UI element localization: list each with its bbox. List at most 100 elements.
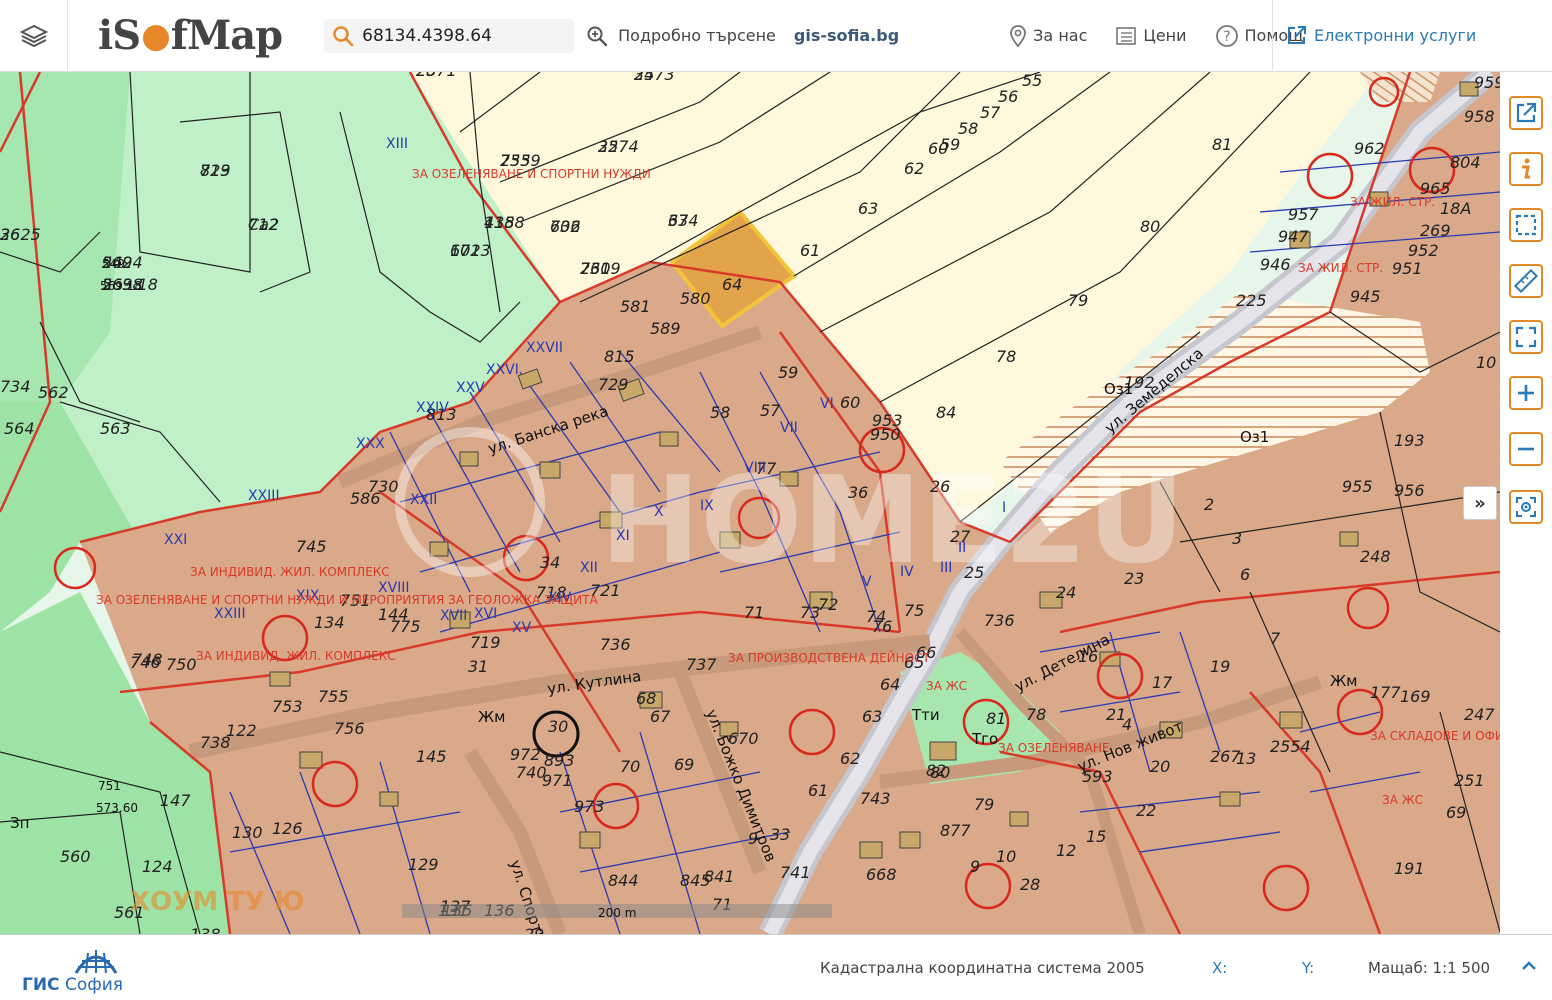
zone-purpose-label: ЗА ЖС (926, 679, 967, 693)
parcel-number: 79 (1068, 291, 1088, 310)
parcel-number: 269 (1420, 221, 1451, 240)
chevron-up-icon[interactable] (1518, 955, 1540, 977)
external-link-icon (1288, 26, 1306, 44)
watermark: HOME2U (600, 452, 1185, 591)
block-number: XIII (386, 136, 408, 152)
price-list-icon (1116, 26, 1137, 45)
app-logo[interactable]: i S ● fMap (98, 12, 283, 59)
parcel-number: 19 (1210, 657, 1230, 676)
parcel-number: 734 (0, 377, 31, 396)
parcel-number: 958 (1464, 107, 1495, 126)
info-button[interactable] (1509, 152, 1543, 186)
svg-text:?: ? (1223, 29, 1230, 45)
parcel-number: 973 (574, 797, 605, 816)
parcel-number: 169 (1400, 687, 1431, 706)
parcel-number: 2 (1204, 495, 1214, 514)
e-services-link[interactable]: Електронни услуги (1286, 24, 1476, 46)
block-number: II (958, 540, 966, 556)
parcel-number: 15 (1086, 827, 1106, 846)
parcel-number: 57 (760, 401, 781, 420)
parcel-number: 22 (1136, 801, 1156, 820)
search-icon (333, 25, 354, 46)
parcel-number: 736 (600, 635, 631, 654)
nav-about[interactable]: За нас (1009, 24, 1087, 48)
parcel-number: 28 (1020, 875, 1040, 894)
parcel-number: 225 (1236, 291, 1267, 310)
e-services-label: Електронни услуги (1314, 25, 1477, 45)
block-number: XI (616, 528, 630, 544)
zoom-in-button[interactable] (1509, 376, 1543, 410)
parcel-number: 248 (1360, 547, 1391, 566)
corner-watermark: ХОУМ ТУ Ю (130, 887, 304, 917)
cadastral-map[interactable]: HOME2U 342832733829Ca2115732331013731365… (0, 72, 1500, 934)
parcel-number: 124 (142, 857, 173, 876)
parcel-number: 730 (368, 477, 399, 496)
expand-panel-button[interactable]: » (1463, 486, 1497, 520)
parcel-number: 81 (986, 709, 1006, 728)
parcel-number: 951 (1392, 259, 1423, 278)
parcel-number: 741 (780, 863, 811, 882)
parcel-number: 81 (1212, 135, 1232, 154)
parcel-number: 193 (1394, 431, 1425, 450)
parcel-number: 129 (408, 855, 439, 874)
search-box[interactable] (324, 18, 575, 53)
advanced-search-label: Подробно търсене (618, 26, 776, 45)
scale-bar-label: 200 m (598, 906, 636, 920)
block-number: XXI (164, 532, 187, 548)
advanced-search-button[interactable]: Подробно търсене (586, 25, 776, 47)
block-number: XXVI (486, 362, 519, 378)
block-number: XXIV (416, 400, 449, 416)
parcel-number: 30 (548, 717, 568, 736)
search-input[interactable] (362, 25, 563, 46)
zone-purpose-label: ЗА ЖИЛ. СТР. (1350, 195, 1435, 209)
parcel-number: 21 (1106, 705, 1126, 724)
logo-prefix: i (98, 12, 113, 59)
parcel-number: 3 (1232, 529, 1242, 548)
parcel-number: 2574 (598, 137, 639, 156)
block-number: XXX (356, 436, 385, 452)
parcel-number: 23 (1124, 569, 1144, 588)
open-external-button[interactable] (1509, 96, 1543, 130)
locate-button[interactable] (1509, 490, 1543, 524)
parcel-number: 60 (840, 393, 860, 412)
nav-prices[interactable]: Цени (1115, 24, 1187, 48)
map-canvas[interactable]: HOME2U 342832733829Ca2115732331013731365… (0, 72, 1500, 934)
block-number: XVII (440, 608, 467, 624)
measure-button[interactable] (1509, 264, 1543, 298)
block-number: XV (512, 620, 532, 636)
parcel-number: 75 (904, 601, 924, 620)
parcel-number: 26 (930, 477, 950, 496)
parcel-number: 719 (470, 633, 501, 652)
block-number: XVI (474, 606, 497, 622)
help-icon: ? (1215, 24, 1238, 47)
parcel-number: 971 (542, 771, 573, 790)
parcel-number: 945 (1350, 287, 1381, 306)
parcel-number: 69 (674, 755, 694, 774)
parcel-number: 972 (510, 745, 541, 764)
parcel-number: 61 (800, 241, 820, 260)
gis-sofia-logo[interactable]: ГИС София (22, 945, 132, 995)
parcel-number: 34 (540, 553, 560, 572)
parcel-number: 844 (608, 871, 639, 890)
parcel-number: 145 (416, 747, 447, 766)
globe-logo-icon (74, 950, 118, 974)
parcel-number: 563 (100, 419, 131, 438)
parcel-number: 122 (226, 721, 257, 740)
parcel-number: 17 (1152, 673, 1173, 692)
parcel-number: 729 (598, 375, 629, 394)
zoom-out-button[interactable] (1509, 432, 1543, 466)
parcel-number: 80 (1140, 217, 1160, 236)
select-area-button[interactable] (1509, 208, 1543, 242)
block-number: VII (780, 420, 798, 436)
top-nav: За нас Цени ? Помощ (1009, 24, 1303, 48)
fullscreen-button[interactable] (1509, 320, 1543, 354)
parcel-number: 756 (334, 719, 365, 738)
parcel-number: 10 (1476, 353, 1496, 372)
parcel-number: 2554 (1270, 737, 1311, 756)
parcel-number: 177 (1370, 683, 1401, 702)
parcel-number: 815 (604, 347, 635, 366)
gis-logo-main: ГИС (22, 975, 60, 995)
gis-sofia-link[interactable]: gis-sofia.bg (794, 26, 899, 45)
parcel-number: 126 (272, 819, 303, 838)
layers-button[interactable] (0, 0, 68, 72)
